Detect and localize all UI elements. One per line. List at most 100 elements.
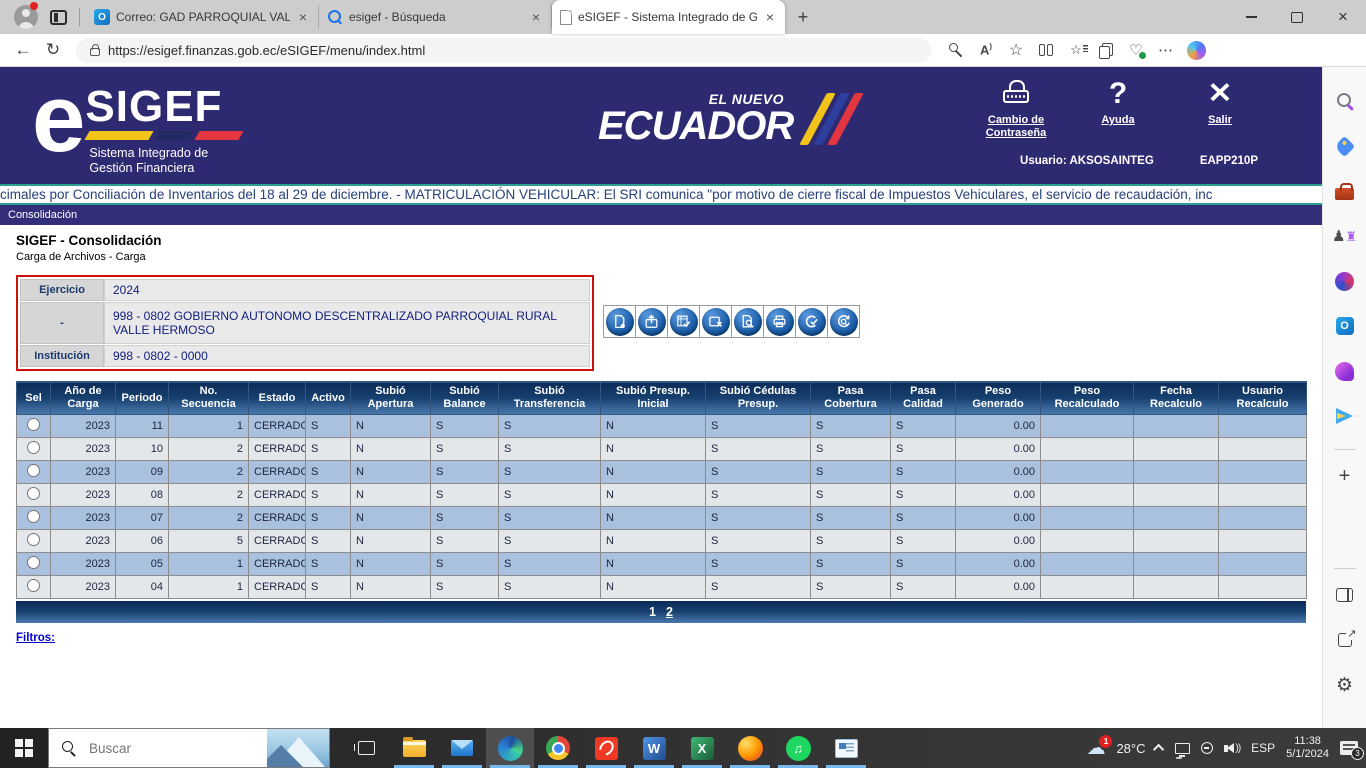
copilot-icon[interactable] [1181,36,1211,64]
workspaces-icon[interactable] [50,10,67,25]
address-bar[interactable]: https://esigef.finanzas.gob.ec/eSIGEF/me… [76,38,931,63]
notification-count: 3 [1351,747,1364,760]
data-cell [1041,461,1134,484]
favorites-bar-icon[interactable]: ☆ [1061,36,1091,64]
data-cell: 2023 [51,507,116,530]
minimize-button[interactable] [1228,0,1274,34]
sidebar-outlook-icon[interactable] [1333,314,1357,338]
language-indicator[interactable]: ESP [1251,741,1275,755]
menu-item-consolidacion[interactable]: Consolidación [8,209,77,221]
sync-icon[interactable] [1201,742,1213,754]
sidebar-add-icon[interactable] [1333,464,1357,488]
search-input[interactable] [87,740,227,757]
sidebar-drop-icon[interactable] [1333,404,1357,428]
sidebar-search-icon[interactable] [1333,89,1357,113]
data-cell: S [891,553,956,576]
data-cell: S [891,484,956,507]
tab-close-icon[interactable]: × [763,9,777,25]
toolbar-approve-button[interactable] [795,305,828,338]
tab-close-icon[interactable]: × [296,9,310,25]
tray-expand-icon[interactable] [1153,744,1164,755]
row-select-radio[interactable] [27,441,40,454]
read-aloud-icon[interactable]: A) [971,36,1001,64]
weather-cloud-icon[interactable]: ☁1 [1086,739,1105,758]
volume-icon[interactable]: )) [1224,743,1240,754]
exit-button[interactable]: ✕ Salir [1182,79,1258,140]
toolbar-preview-button[interactable] [731,305,764,338]
page-number-current[interactable]: 1 [649,605,656,619]
column-header: Peso Generado [956,382,1041,415]
data-cell: 2 [169,484,249,507]
data-cell: S [306,415,351,438]
sidebar-toolbox-icon[interactable] [1333,179,1357,203]
filters-link[interactable]: Filtros: [16,632,55,644]
exit-label: Salir [1208,114,1232,127]
data-cell: S [706,484,811,507]
form-row: Institución998 - 0802 - 0000 [20,345,590,367]
browser-tab[interactable]: Correo: GAD PARROQUIAL VALLE× [86,5,319,29]
data-cell: S [811,415,891,438]
row-select-radio[interactable] [27,510,40,523]
row-select-radio[interactable] [27,556,40,569]
tab-close-icon[interactable]: × [529,9,543,25]
page-number-link[interactable]: 2 [666,605,673,619]
clock[interactable]: 11:38 5/1/2024 [1286,735,1329,761]
sidebar-games-icon[interactable] [1333,224,1357,248]
row-select-radio[interactable] [27,533,40,546]
excel-taskbar-button[interactable] [678,728,726,768]
sidebar-open-link-icon[interactable] [1333,628,1357,652]
row-select-radio[interactable] [27,579,40,592]
network-icon[interactable] [1175,743,1190,754]
row-select-radio[interactable] [27,464,40,477]
notification-center-icon[interactable]: 3 [1340,741,1358,755]
sidebar-microsoft-365-icon[interactable] [1333,269,1357,293]
help-button[interactable]: ? Ayuda [1080,79,1156,140]
spotify-taskbar-button[interactable] [774,728,822,768]
edge-taskbar-button[interactable] [486,728,534,768]
sidebar-designer-icon[interactable] [1333,359,1357,383]
password-key-icon[interactable] [941,36,971,64]
pdf-reader-taskbar-button[interactable] [582,728,630,768]
firefox-taskbar-button[interactable] [726,728,774,768]
collections-icon[interactable] [1091,36,1121,64]
approve-icon [798,308,826,336]
report-taskbar-button[interactable] [822,728,870,768]
start-button[interactable] [0,728,48,768]
toolbar-recalculate-button[interactable] [827,305,860,338]
toolbar-new-document-button[interactable] [603,305,636,338]
close-button[interactable]: × [1320,0,1366,34]
browser-tab[interactable]: esigef - Búsqueda× [319,5,552,29]
select-cell [17,553,51,576]
favorites-star-icon[interactable]: ☆ [1001,36,1031,64]
back-icon[interactable]: ← [8,36,38,64]
system-tray: ☁1 28°C )) ESP 11:38 5/1/2024 3 [1086,728,1366,768]
sidebar-shopping-icon[interactable] [1333,134,1357,158]
mail-taskbar-button[interactable] [438,728,486,768]
chrome-taskbar-button[interactable] [534,728,582,768]
row-select-radio[interactable] [27,418,40,431]
url-text[interactable]: https://esigef.finanzas.gob.ec/eSIGEF/me… [108,43,425,58]
row-select-radio[interactable] [27,487,40,500]
browser-essentials-icon[interactable]: ♡ [1121,36,1151,64]
split-screen-icon[interactable] [1031,36,1061,64]
taskbar-search[interactable] [48,728,330,768]
toolbar-upload-file-button[interactable] [635,305,668,338]
task-view-button[interactable] [342,728,390,768]
browser-tab[interactable]: eSIGEF - Sistema Integrado de G× [552,0,785,34]
toolbar-validate-button[interactable] [667,305,700,338]
temperature-label[interactable]: 28°C [1116,741,1145,756]
settings-more-icon[interactable]: ⋯ [1151,36,1181,64]
new-tab-button[interactable]: + [789,3,817,31]
sidebar-settings-icon[interactable] [1333,673,1357,697]
refresh-icon[interactable]: ↻ [38,36,68,64]
file-explorer-taskbar-button[interactable] [390,728,438,768]
data-cell: S [431,461,499,484]
data-cell: S [306,553,351,576]
toolbar-delete-file-button[interactable] [699,305,732,338]
change-password-button[interactable]: Cambio de Contraseña [978,79,1054,140]
sidebar-panel-icon[interactable] [1333,583,1357,607]
restore-button[interactable] [1274,0,1320,34]
word-taskbar-button[interactable] [630,728,678,768]
toolbar-print-button[interactable] [763,305,796,338]
data-cell: 2023 [51,576,116,599]
